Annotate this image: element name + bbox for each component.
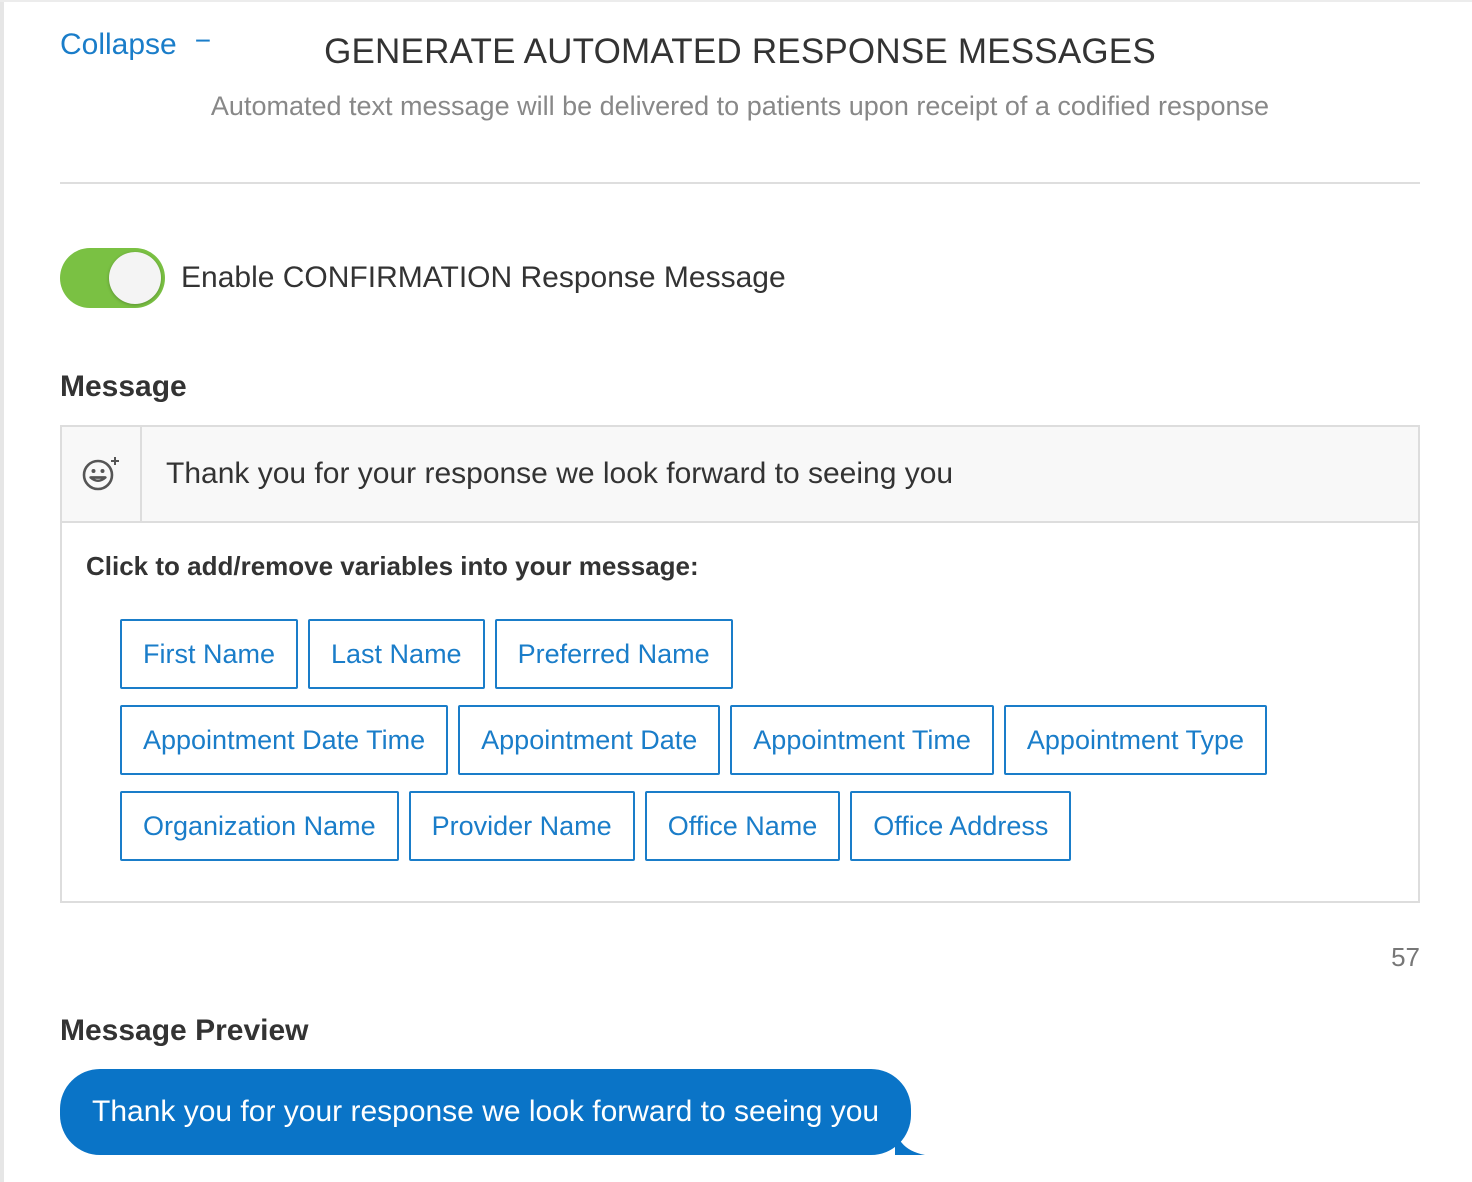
preview-heading: Message Preview — [60, 1014, 309, 1047]
page-title: GENERATE AUTOMATED RESPONSE MESSAGES — [324, 32, 1156, 71]
toggle-knob — [109, 252, 161, 304]
message-input-row — [62, 427, 1418, 523]
add-emoji-icon — [82, 457, 119, 491]
variable-appointment-type-button[interactable]: Appointment Type — [1003, 705, 1268, 775]
preview-text: Thank you for your response we look forw… — [92, 1095, 880, 1128]
variable-row: Organization Name Provider Name Office N… — [120, 791, 1267, 861]
bubble-tail — [895, 1125, 926, 1155]
character-count: 57 — [1391, 942, 1420, 972]
variable-buttons: First Name Last Name Preferred Name Appo… — [120, 619, 1268, 877]
variable-appointment-date-time-button[interactable]: Appointment Date Time — [120, 705, 449, 775]
variable-preferred-name-button[interactable]: Preferred Name — [494, 619, 733, 689]
toggle-label: Enable CONFIRMATION Response Message — [181, 261, 786, 294]
page-subtitle: Automated text message will be delivered… — [210, 91, 1270, 121]
variable-row: Appointment Date Time Appointment Date A… — [120, 705, 1268, 775]
divider — [60, 182, 1420, 184]
confirmation-toggle[interactable] — [60, 248, 165, 308]
variable-first-name-button[interactable]: First Name — [120, 619, 299, 689]
message-input[interactable] — [142, 427, 1418, 521]
left-border — [0, 0, 4, 1182]
add-emoji-button[interactable] — [62, 427, 142, 521]
variable-appointment-date-button[interactable]: Appointment Date — [458, 705, 721, 775]
variable-office-address-button[interactable]: Office Address — [850, 791, 1072, 861]
confirmation-toggle-row: Enable CONFIRMATION Response Message — [60, 248, 786, 308]
message-preview-bubble: Thank you for your response we look forw… — [60, 1069, 926, 1155]
variable-office-name-button[interactable]: Office Name — [644, 791, 841, 861]
top-border — [0, 0, 1472, 2]
variables-title: Click to add/remove variables into your … — [86, 551, 699, 581]
message-editor: Click to add/remove variables into your … — [60, 425, 1420, 903]
variable-last-name-button[interactable]: Last Name — [308, 619, 485, 689]
variable-row: First Name Last Name Preferred Name — [120, 619, 1267, 689]
message-heading: Message — [60, 370, 187, 403]
variable-organization-name-button[interactable]: Organization Name — [120, 791, 399, 861]
variable-appointment-time-button[interactable]: Appointment Time — [730, 705, 994, 775]
variable-provider-name-button[interactable]: Provider Name — [408, 791, 635, 861]
